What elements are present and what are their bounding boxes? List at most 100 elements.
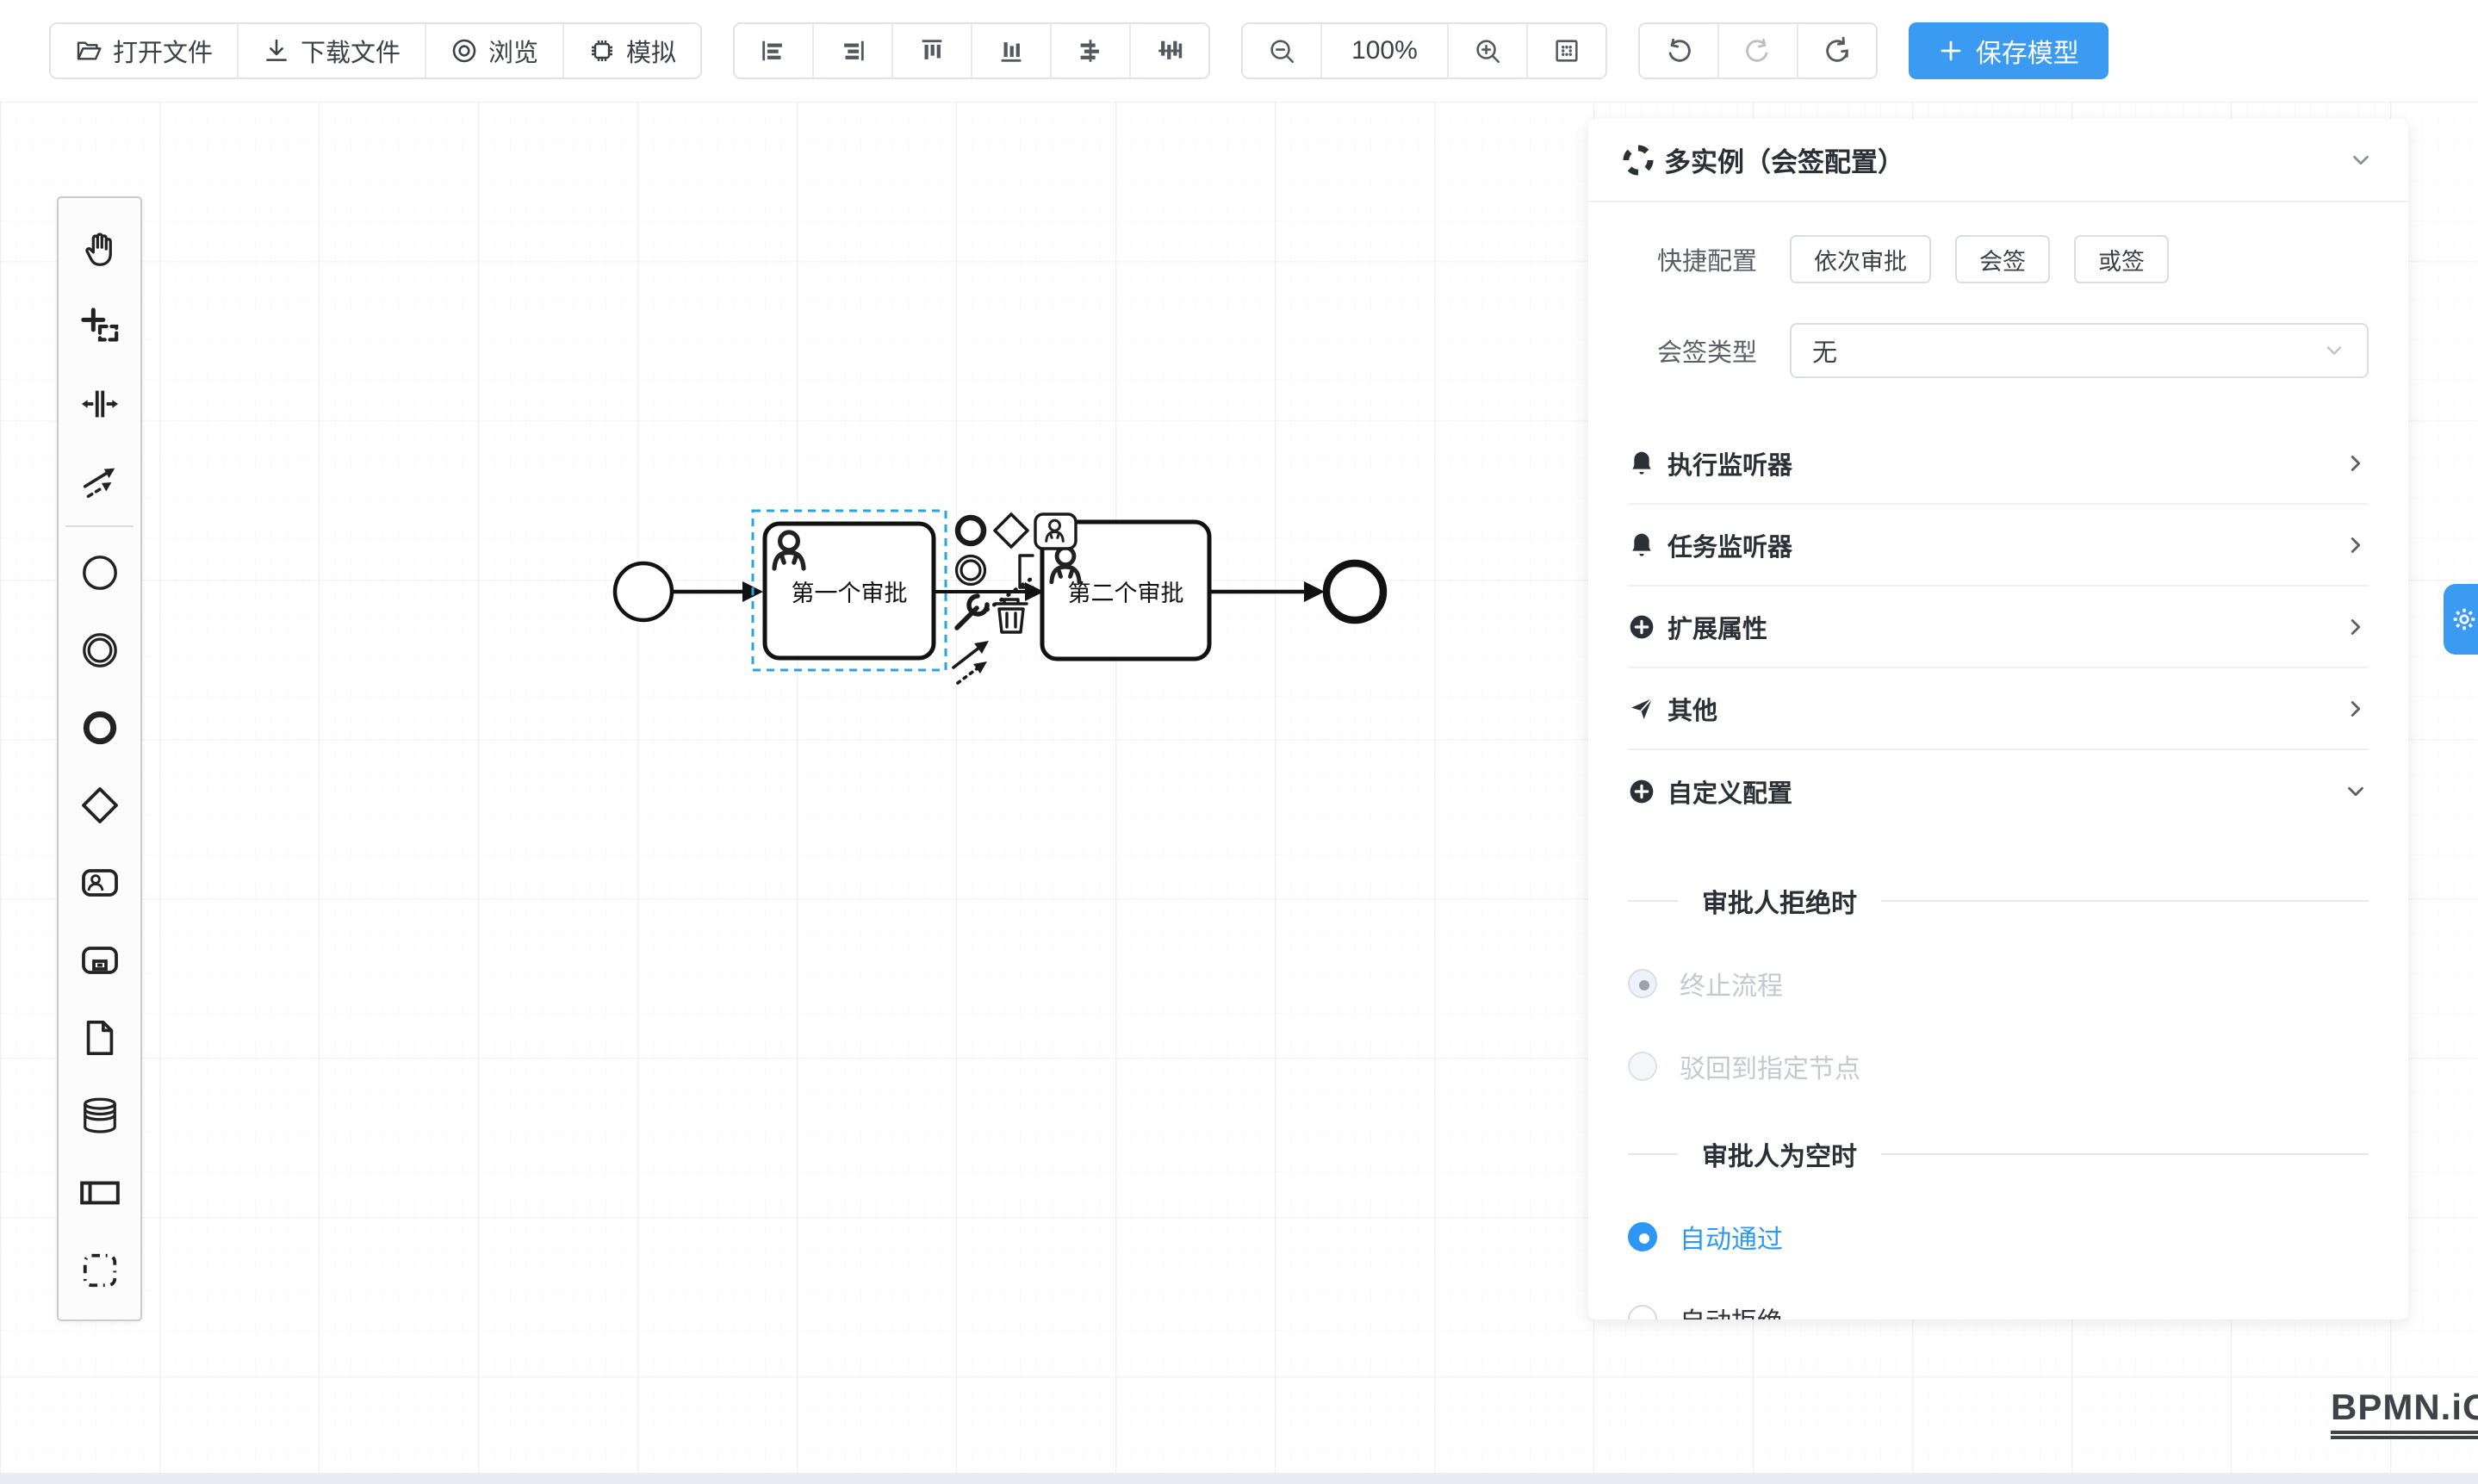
download-file-label: 下载文件: [301, 33, 401, 69]
text-annotation-icon: [1020, 556, 1033, 587]
zoom-button-group: 100%: [1241, 22, 1607, 79]
section-other[interactable]: 其他: [1628, 668, 2369, 750]
sign-type-value: 无: [1812, 332, 2322, 369]
bpmn-io-logo[interactable]: BPMN.iO: [2331, 1387, 2478, 1439]
panel-header[interactable]: 多实例（会签配置）: [1588, 119, 2408, 202]
section-extended-properties[interactable]: 扩展属性: [1628, 587, 2369, 668]
empty-group-title: 审批人为空时: [1628, 1135, 2369, 1173]
chevron-down-icon[interactable]: [2348, 147, 2374, 173]
fit-viewport-icon: [1552, 36, 1581, 65]
open-file-button[interactable]: 打开文件: [51, 24, 239, 78]
create-data-store[interactable]: [59, 1077, 140, 1154]
lasso-tool-icon: [80, 307, 120, 346]
sign-type-select[interactable]: 无: [1790, 323, 2369, 378]
align-bottom-button[interactable]: [972, 24, 1052, 78]
create-data-object[interactable]: [59, 999, 140, 1077]
reset-icon: [1823, 36, 1852, 65]
space-tool[interactable]: [59, 365, 140, 443]
save-model-button[interactable]: 保存模型: [1909, 22, 2108, 79]
chevron-right-icon: [2343, 614, 2369, 640]
group-icon: [80, 1251, 120, 1290]
intermediate-event-icon: [80, 630, 120, 670]
quick-option-sequential[interactable]: 依次审批: [1790, 235, 1931, 283]
create-start-event[interactable]: [59, 534, 140, 612]
sign-type-label: 会签类型: [1628, 332, 1757, 369]
eye-icon: [450, 37, 478, 65]
section-label: 自定义配置: [1668, 773, 2343, 810]
align-top-icon: [917, 36, 947, 65]
chevron-right-icon: [2343, 532, 2369, 558]
align-right-button[interactable]: [814, 24, 893, 78]
create-user-task[interactable]: [59, 844, 140, 922]
sequence-flow-2[interactable]: [935, 582, 1044, 601]
align-top-button[interactable]: [893, 24, 972, 78]
undo-button[interactable]: [1640, 24, 1719, 78]
undo-icon: [1664, 36, 1693, 65]
reset-button[interactable]: [1798, 24, 1876, 78]
end-event[interactable]: [1326, 563, 1383, 620]
sequence-flow-1[interactable]: [673, 581, 763, 602]
wrench-icon: [957, 596, 987, 628]
bpmn-io-logo-bar: [2331, 1431, 2478, 1434]
append-end-event-icon: [958, 518, 984, 543]
panel-sections: 执行监听器 任务监听器 扩展属性 其他 自定义配置: [1628, 423, 2369, 832]
create-end-event[interactable]: [59, 689, 140, 767]
gateway-icon: [79, 785, 121, 826]
align-left-button[interactable]: [735, 24, 814, 78]
global-connect-tool[interactable]: [59, 443, 140, 520]
radio-icon: [1628, 969, 1657, 998]
redo-icon: [1743, 36, 1773, 65]
folder-open-icon: [75, 37, 102, 65]
create-gateway[interactable]: [59, 767, 140, 844]
preview-button[interactable]: 浏览: [426, 24, 564, 78]
radio-return-to-node[interactable]: 驳回到指定节点: [1628, 1047, 2369, 1085]
distribute-vertical-button[interactable]: [1131, 24, 1208, 78]
simulate-button[interactable]: 模拟: [564, 24, 700, 78]
data-store-icon: [80, 1096, 120, 1135]
zoom-out-button[interactable]: [1243, 24, 1322, 78]
space-tool-icon: [80, 384, 120, 424]
properties-panel: 多实例（会签配置） 快捷配置 依次审批 会签 或签 会签类型 无 执行监听器: [1588, 119, 2408, 1319]
bpmn-io-logo-bar: [2331, 1436, 2478, 1439]
preview-label: 浏览: [488, 33, 538, 69]
create-subprocess[interactable]: [59, 922, 140, 999]
radio-auto-reject[interactable]: 自动拒绝: [1628, 1301, 2369, 1319]
align-bottom-icon: [997, 36, 1026, 65]
chevron-right-icon: [2343, 450, 2369, 476]
section-execution-listener[interactable]: 执行监听器: [1628, 423, 2369, 505]
section-custom-config[interactable]: 自定义配置: [1628, 750, 2369, 832]
distribute-horizontal-button[interactable]: [1052, 24, 1131, 78]
data-object-icon: [80, 1018, 120, 1058]
zoom-in-button[interactable]: [1449, 24, 1528, 78]
align-left-icon: [759, 36, 788, 65]
bell-icon: [1628, 531, 1655, 559]
section-label: 其他: [1668, 691, 2343, 727]
chevron-down-icon: [2343, 779, 2369, 804]
download-file-button[interactable]: 下载文件: [239, 24, 426, 78]
fit-viewport-button[interactable]: [1528, 24, 1605, 78]
lasso-tool[interactable]: [59, 288, 140, 365]
task-first-approval[interactable]: 第一个审批: [765, 524, 934, 658]
gear-icon: [2450, 605, 2478, 634]
open-file-label: 打开文件: [113, 33, 213, 69]
create-group[interactable]: [59, 1232, 140, 1309]
hand-tool[interactable]: [59, 210, 140, 288]
zoom-level: 100%: [1322, 24, 1449, 78]
multi-instance-icon: [1623, 145, 1654, 176]
participant-icon: [78, 1171, 121, 1214]
quick-option-orsign[interactable]: 或签: [2074, 235, 2169, 283]
section-label: 扩展属性: [1668, 609, 2343, 645]
radio-terminate-process[interactable]: 终止流程: [1628, 965, 2369, 1003]
settings-tab[interactable]: [2444, 584, 2478, 655]
radio-auto-pass[interactable]: 自动通过: [1628, 1218, 2369, 1256]
start-event[interactable]: [615, 563, 672, 620]
sign-type-row: 会签类型 无: [1628, 323, 2369, 378]
sequence-flow-3[interactable]: [1209, 581, 1325, 602]
create-intermediate-event[interactable]: [59, 612, 140, 689]
section-task-listener[interactable]: 任务监听器: [1628, 505, 2369, 587]
connect-tool-icon: [953, 641, 989, 683]
plus-circle-icon: [1628, 778, 1655, 805]
create-participant[interactable]: [59, 1154, 140, 1232]
quick-option-countersign[interactable]: 会签: [1955, 235, 2050, 283]
redo-button[interactable]: [1719, 24, 1798, 78]
